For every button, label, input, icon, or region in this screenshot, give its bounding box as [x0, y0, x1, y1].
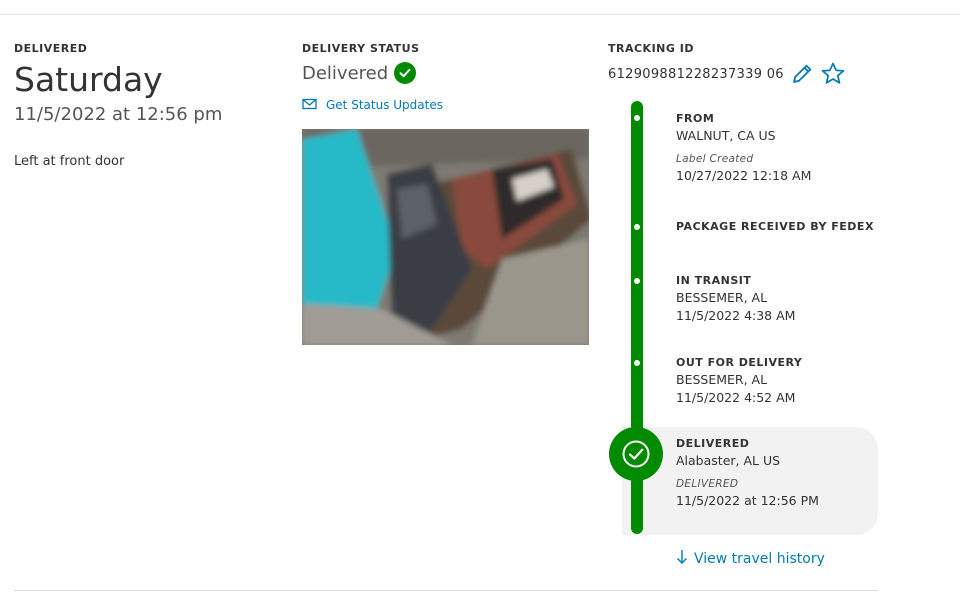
tracking-number: 612909881228237339 06: [608, 66, 784, 82]
timeline-event-out-for-delivery: OUT FOR DELIVERY BESSEMER, AL 11/5/2022 …: [676, 356, 802, 405]
event-location: WALNUT, CA US: [676, 128, 776, 143]
tracking-id-row: 612909881228237339 06: [608, 61, 846, 87]
delivery-status: Delivered: [302, 62, 417, 84]
timeline-event-from: FROM WALNUT, CA US Label Created 10/27/2…: [676, 112, 811, 183]
top-divider: [0, 14, 960, 15]
event-title: PACKAGE RECEIVED BY FEDEX: [676, 220, 874, 233]
get-status-updates-label: Get Status Updates: [326, 97, 443, 112]
event-note: Label Created: [676, 153, 754, 165]
delivery-status-label: DELIVERY STATUS: [302, 42, 420, 55]
event-title: FROM: [676, 112, 715, 125]
star-icon[interactable]: [820, 61, 846, 87]
event-location: Alabaster, AL US: [676, 453, 781, 468]
proof-of-delivery-photo[interactable]: [302, 129, 589, 345]
event-title: OUT FOR DELIVERY: [676, 356, 803, 369]
pencil-icon[interactable]: [790, 62, 814, 86]
timeline-event-delivered: DELIVERED Alabaster, AL US DELIVERED 11/…: [676, 437, 819, 508]
timeline-dot: [634, 224, 640, 230]
event-time: 11/5/2022 at 12:56 PM: [676, 493, 819, 508]
delivery-location-note: Left at front door: [14, 154, 125, 169]
arrow-down-icon: [676, 549, 688, 569]
delivery-datetime: 11/5/2022 at 12:56 pm: [14, 104, 223, 125]
timeline-dot: [634, 278, 640, 284]
get-status-updates-link[interactable]: Get Status Updates: [302, 95, 443, 114]
event-time: 11/5/2022 4:38 AM: [676, 308, 796, 323]
view-travel-history-label: View travel history: [694, 551, 825, 567]
check-circle-icon: [394, 62, 417, 84]
timeline-dot: [634, 360, 640, 366]
timeline-dot: [634, 115, 640, 121]
event-location: BESSEMER, AL: [676, 372, 768, 387]
event-title: DELIVERED: [676, 437, 750, 450]
envelope-icon: [302, 95, 318, 114]
event-location: BESSEMER, AL: [676, 290, 768, 305]
timeline-event-received: PACKAGE RECEIVED BY FEDEX: [676, 220, 874, 233]
bottom-divider: [14, 590, 878, 591]
event-time: 11/5/2022 4:52 AM: [676, 390, 796, 405]
event-title: IN TRANSIT: [676, 274, 752, 287]
delivery-status-value: Delivered: [302, 62, 389, 84]
tracking-id-label: TRACKING ID: [608, 42, 694, 55]
delivered-label: DELIVERED: [14, 42, 88, 55]
event-note: DELIVERED: [676, 478, 739, 490]
delivery-weekday: Saturday: [14, 60, 163, 99]
event-time: 10/27/2022 12:18 AM: [676, 168, 812, 183]
timeline-event-in-transit: IN TRANSIT BESSEMER, AL 11/5/2022 4:38 A…: [676, 274, 795, 323]
view-travel-history-link[interactable]: View travel history: [676, 549, 825, 569]
delivered-check-icon: [609, 427, 663, 481]
